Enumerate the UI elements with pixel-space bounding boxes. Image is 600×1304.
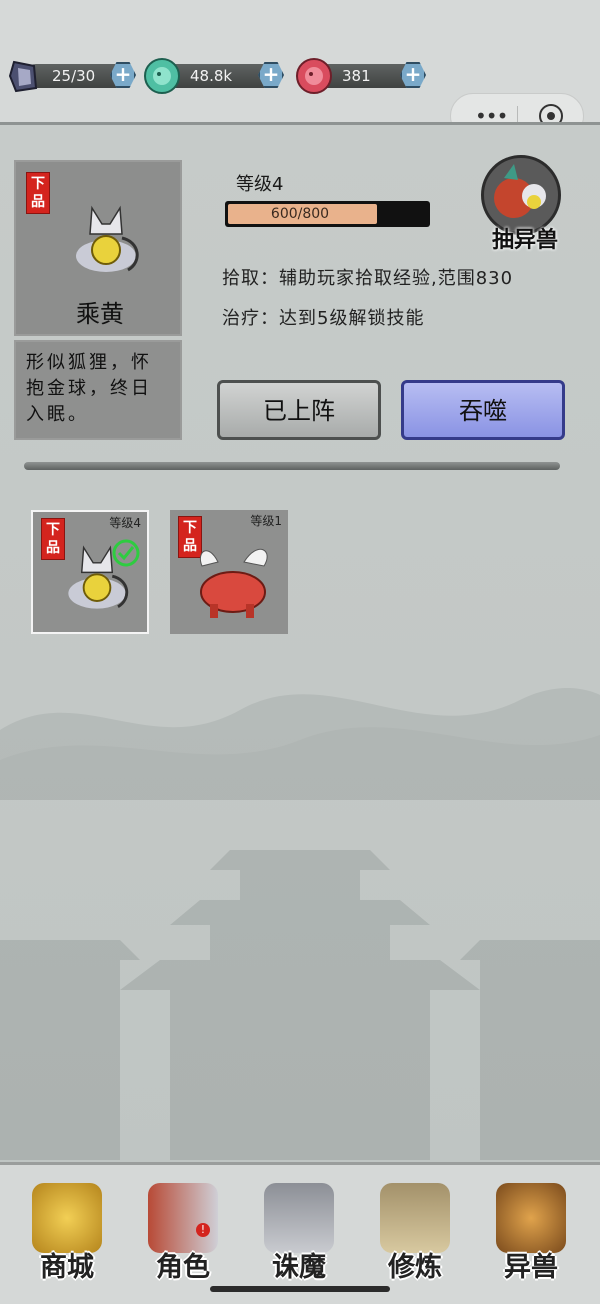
- draw-beast-button[interactable]: 抽异兽: [470, 222, 580, 254]
- check-icon: [112, 539, 140, 567]
- skill-pickup: 拾取：辅助玩家拾取经验,范围830: [222, 268, 514, 289]
- nav-beast[interactable]: 异兽: [476, 1175, 586, 1285]
- beast-description: 形似狐狸，怀抱金球，终日入眠。: [14, 340, 182, 440]
- winged-beast-icon: [496, 1183, 566, 1253]
- nav-cultivate[interactable]: 修炼: [360, 1175, 470, 1285]
- beast-slot[interactable]: 下品 等级1: [170, 510, 288, 634]
- golden-warrior-icon: [32, 1183, 102, 1253]
- nav-label: 角色: [156, 1252, 210, 1283]
- temple-silhouette: [0, 850, 600, 1160]
- crystal-icon: [6, 58, 42, 94]
- beast-level: 等级4: [236, 174, 284, 195]
- slot-level: 等级1: [250, 514, 282, 528]
- skill-heal: 治疗：达到5级解锁技能: [222, 308, 425, 329]
- nav-shop[interactable]: 商城: [12, 1175, 122, 1285]
- resource-stamina: 25/30 +: [6, 58, 136, 94]
- characters-icon: [148, 1183, 218, 1253]
- nav-label: 商城: [40, 1252, 94, 1283]
- exp-text: 600/800: [270, 206, 330, 222]
- notification-icon: !: [196, 1223, 210, 1237]
- fox-beast-icon: [76, 205, 139, 272]
- nav-label: 异兽: [504, 1252, 558, 1283]
- winged-red-beast-icon: [200, 548, 268, 618]
- beast-name: 乘黄: [76, 300, 124, 328]
- deployed-button[interactable]: 已上阵: [217, 380, 381, 440]
- red-beast-icon: [296, 58, 332, 94]
- grade-badge: 下品: [26, 172, 50, 214]
- scroll-icon: [380, 1183, 450, 1253]
- exp-bar: 600/800: [225, 201, 430, 227]
- sword-icon: [264, 1183, 334, 1253]
- devour-button[interactable]: 吞噬: [401, 380, 565, 440]
- jade-dragon-icon: [144, 58, 180, 94]
- beast-card: 下品 乘黄: [14, 160, 182, 336]
- section-divider: [24, 462, 560, 470]
- resource-beast: 381 +: [296, 58, 426, 94]
- home-indicator: [210, 1286, 390, 1292]
- nav-character[interactable]: ! 角色: [128, 1175, 238, 1285]
- nav-demon[interactable]: 诛魔: [244, 1175, 354, 1285]
- nav-label: 诛魔: [272, 1252, 326, 1283]
- nav-label: 修炼: [388, 1252, 442, 1283]
- resource-jade: 48.8k +: [144, 58, 284, 94]
- slot-level: 等级4: [109, 516, 141, 530]
- beast-slot[interactable]: 下品 等级4: [31, 510, 149, 634]
- mountain-decoration: [0, 688, 600, 800]
